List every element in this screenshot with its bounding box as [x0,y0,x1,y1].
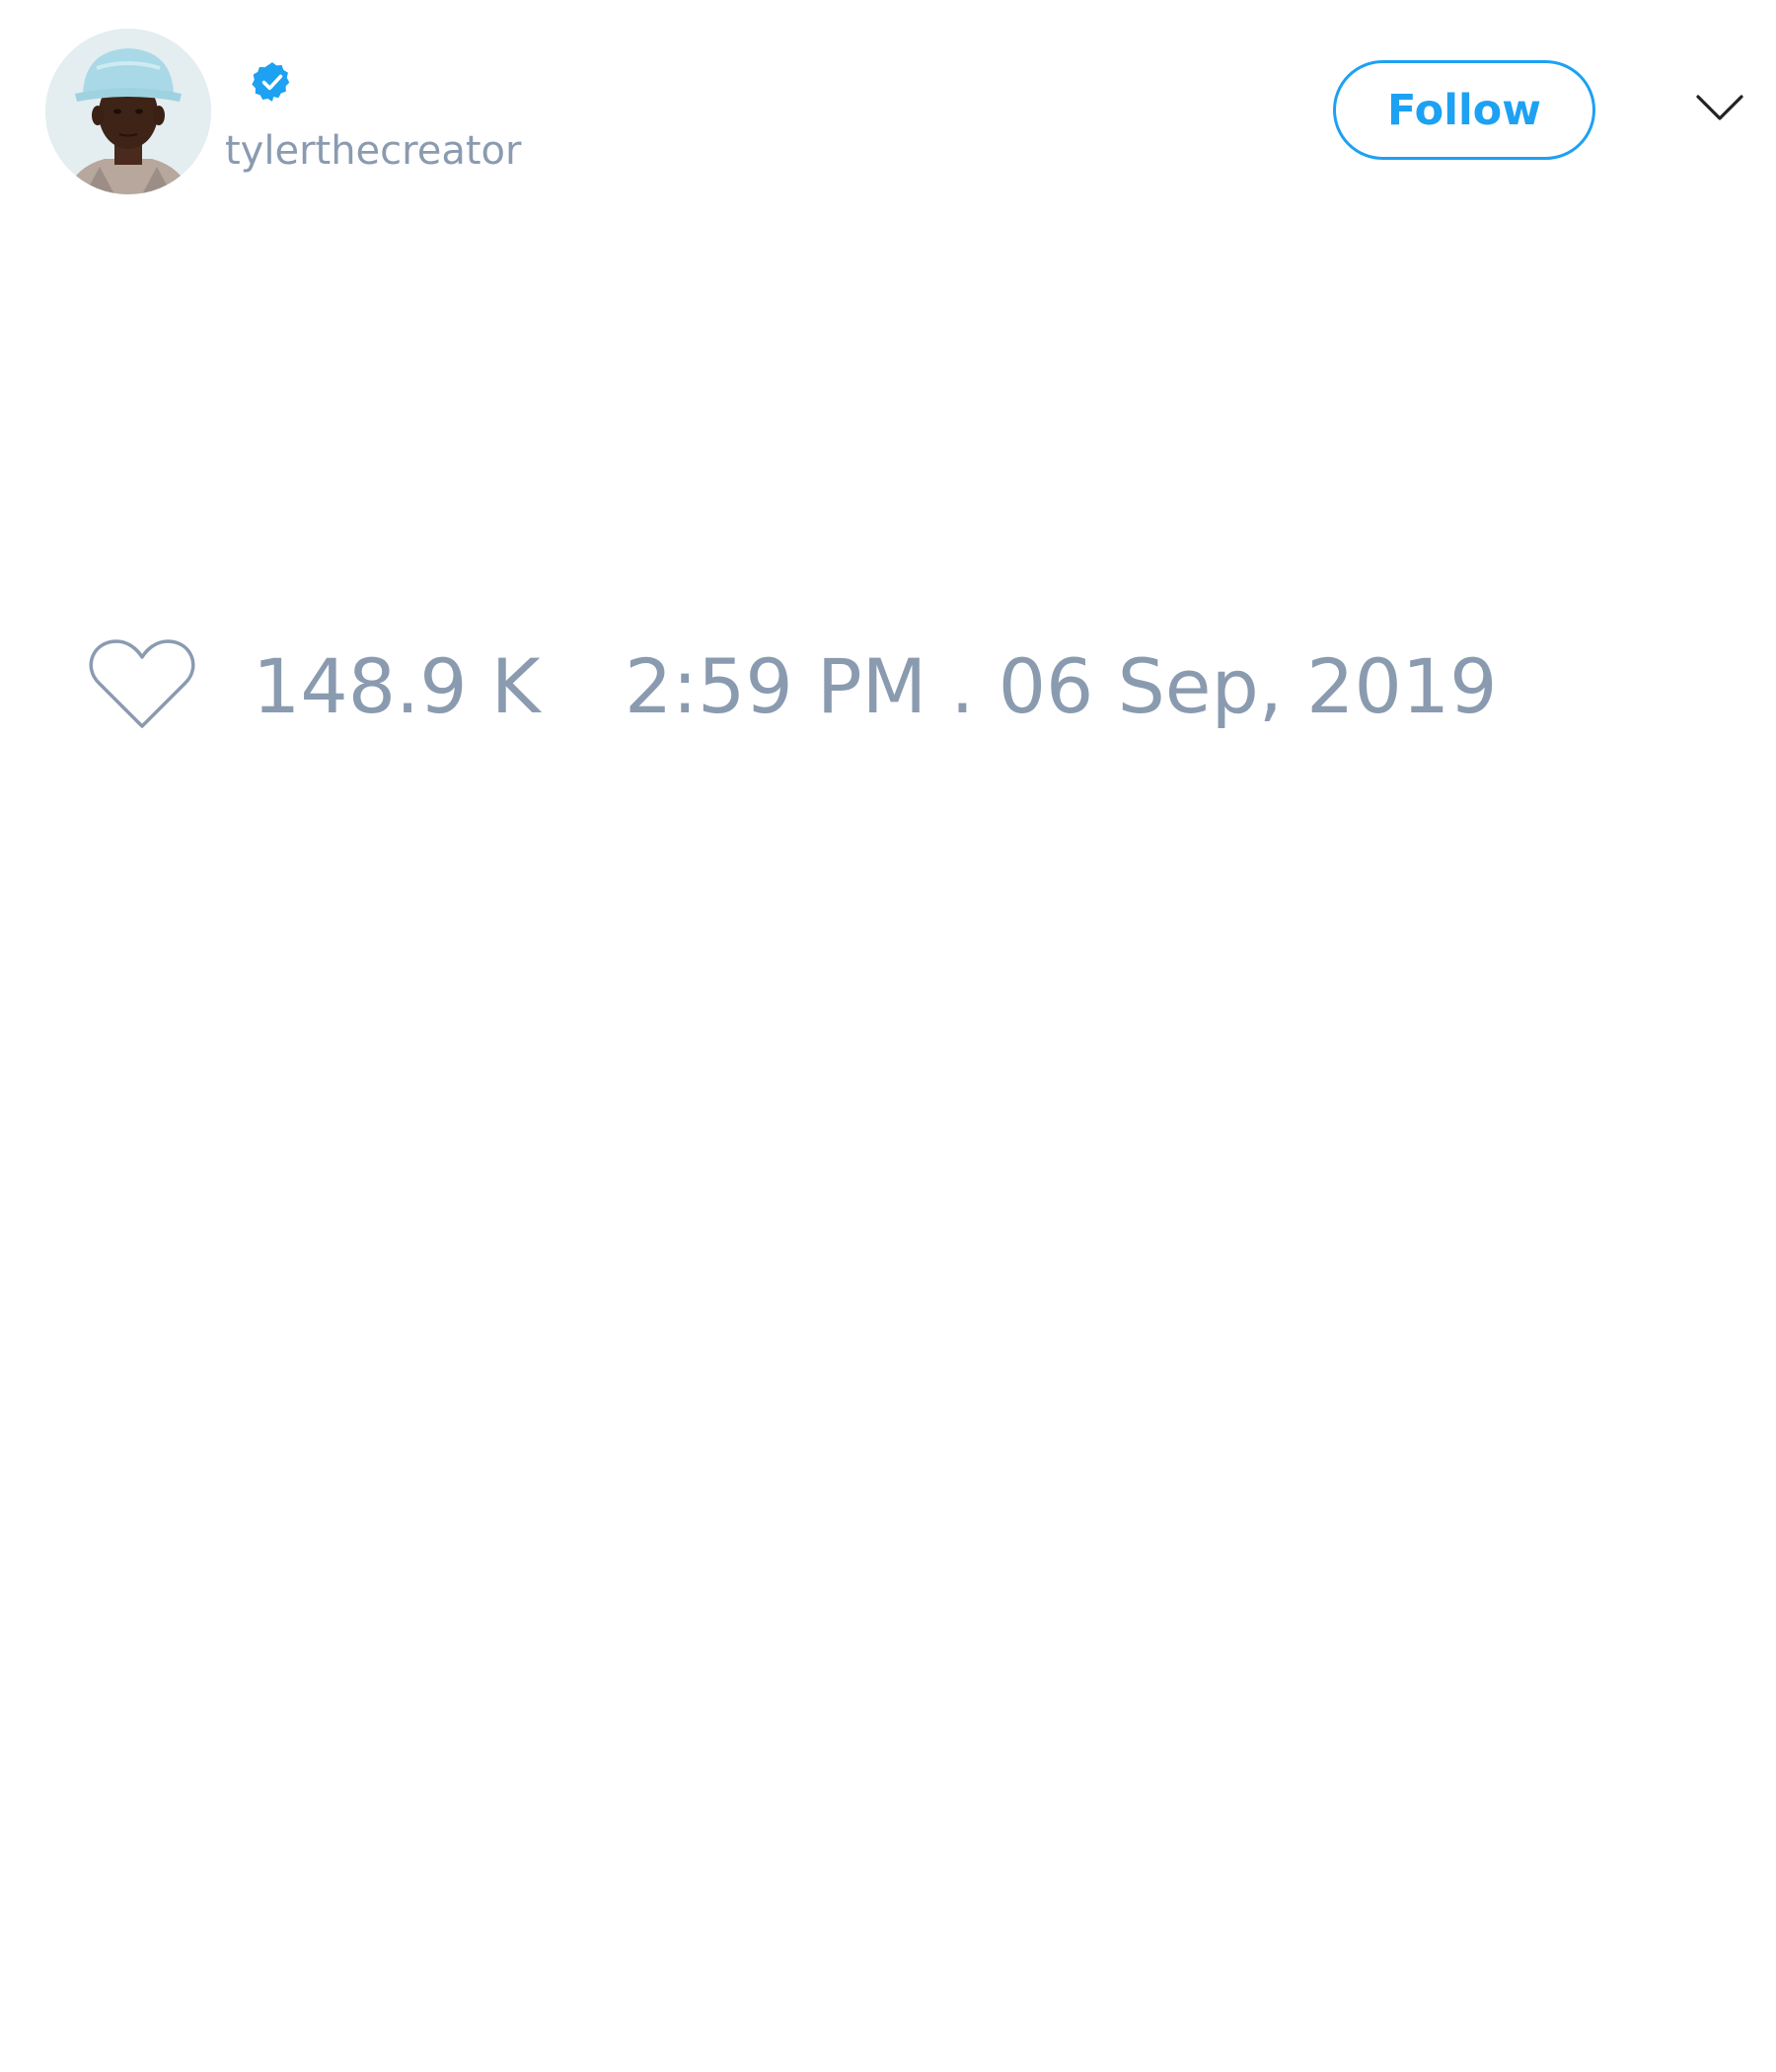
tweet-timestamp[interactable]: 2:59 PM . 06 Sep, 2019 [625,643,1498,730]
avatar[interactable] [45,29,211,194]
tweet-stats-row: 148.9 K 2:59 PM . 06 Sep, 2019 [0,622,1776,740]
author-username[interactable]: tylerthecreator [225,126,521,176]
tweet-card: tylerthecreator Follow 148.9 K 2:59 PM .… [0,0,1776,2072]
profile-photo-icon [45,29,211,194]
follow-button[interactable]: Follow [1333,60,1595,160]
heart-icon[interactable] [89,637,195,732]
verified-badge-icon [252,62,290,102]
like-count: 148.9 K [253,642,541,730]
chevron-down-icon[interactable] [1695,91,1744,126]
